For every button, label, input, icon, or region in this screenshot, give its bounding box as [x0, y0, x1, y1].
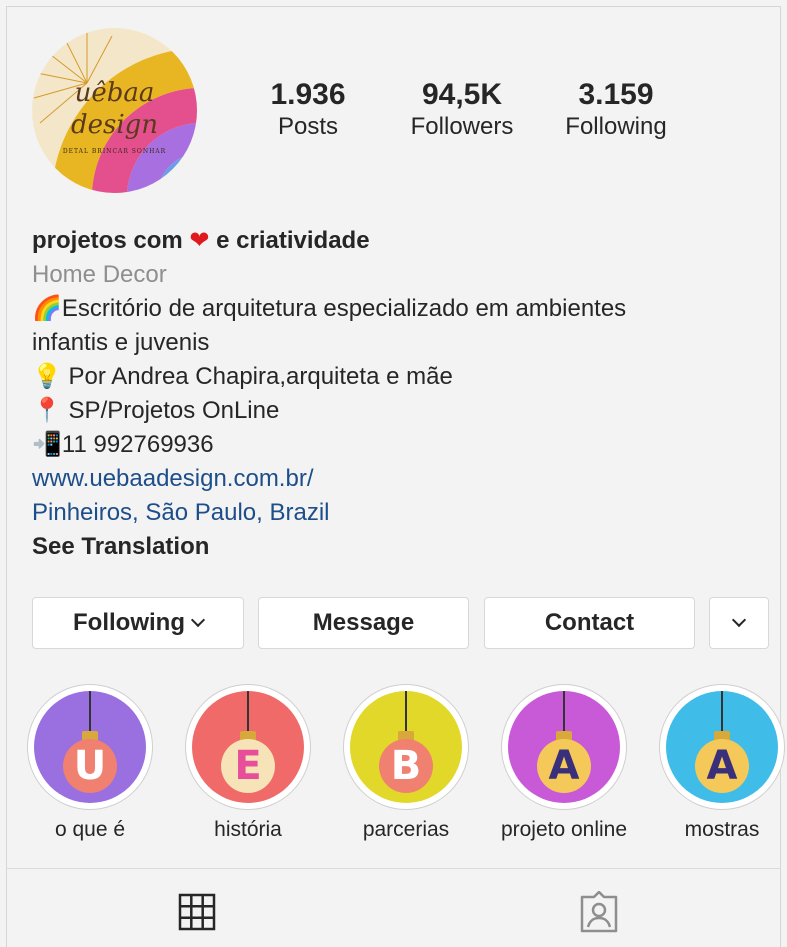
heart-icon: ❤ — [189, 227, 210, 254]
logo-text: uêbaa — [74, 78, 155, 108]
story-highlight[interactable]: A projeto online — [494, 684, 634, 842]
bio-line: 📍 SP/Projetos OnLine — [32, 397, 280, 424]
highlight-label: história — [214, 818, 282, 841]
grid-icon[interactable] — [178, 893, 216, 931]
bulb-icon: B — [379, 739, 433, 793]
bulb-icon: A — [537, 739, 591, 793]
contact-button[interactable]: Contact — [484, 597, 695, 649]
see-translation-link[interactable]: See Translation — [32, 530, 762, 564]
website-link[interactable]: www.uebaadesign.com.br/ — [32, 462, 762, 496]
highlight-cover: B — [350, 691, 462, 803]
highlight-ring: E — [185, 684, 311, 810]
suggested-accounts-button[interactable] — [709, 597, 769, 649]
message-button-label: Message — [312, 609, 415, 636]
chevron-down-icon — [731, 612, 747, 628]
posts-stat[interactable]: 1.936 Posts — [262, 78, 354, 142]
highlight-cover: A — [666, 691, 778, 803]
highlight-label: projeto online — [500, 818, 628, 841]
bulb-wire — [405, 691, 407, 733]
story-highlight[interactable]: U o que é — [20, 684, 160, 842]
story-highlight[interactable]: E história — [178, 684, 318, 842]
bulb-icon: A — [695, 739, 749, 793]
contact-button-label: Contact — [544, 609, 635, 636]
following-label: Following — [565, 113, 667, 140]
followers-label: Followers — [410, 113, 514, 140]
bulb-wire — [247, 691, 249, 733]
highlight-label: o que é — [54, 818, 126, 841]
message-button[interactable]: Message — [258, 597, 469, 649]
highlight-label: parcerias — [362, 818, 450, 841]
story-highlight[interactable]: A mostras — [652, 684, 787, 842]
highlight-cover: A — [508, 691, 620, 803]
highlight-ring: B — [343, 684, 469, 810]
location-link[interactable]: Pinheiros, São Paulo, Brazil — [32, 496, 762, 530]
following-stat[interactable]: 3.159 Following — [556, 78, 676, 142]
highlight-ring: A — [659, 684, 785, 810]
tabs-divider — [6, 868, 781, 869]
chevron-down-icon — [190, 612, 206, 628]
logo-tagline: DETAL BRINCAR SONHAR — [62, 148, 167, 155]
highlight-cover: U — [34, 691, 146, 803]
story-highlight[interactable]: B parcerias — [336, 684, 476, 842]
highlight-ring: U — [27, 684, 153, 810]
bio-line: 📲11 992769936 — [32, 431, 214, 458]
profile-name-suffix: e criatividade — [216, 227, 370, 254]
profile-category: Home Decor — [32, 261, 167, 288]
followers-count: 94,5K — [421, 78, 503, 111]
bulb-icon: U — [63, 739, 117, 793]
bio-line: 💡 Por Andrea Chapira,arquiteta e mãe — [32, 363, 453, 390]
bulb-wire — [563, 691, 565, 733]
bulb-wire — [89, 691, 91, 733]
highlight-label: mostras — [684, 818, 760, 841]
bulb-wire — [721, 691, 723, 733]
profile-avatar[interactable]: uêbaa design DETAL BRINCAR SONHAR — [32, 28, 197, 193]
profile-name-prefix: projetos com — [32, 227, 183, 254]
tagged-icon[interactable] — [578, 891, 620, 933]
bulb-icon: E — [221, 739, 275, 793]
bio-line: infantis e juvenis — [32, 329, 210, 356]
highlight-ring: A — [501, 684, 627, 810]
followers-stat[interactable]: 94,5K Followers — [402, 78, 522, 142]
following-button-label: Following — [73, 609, 185, 636]
bio-line: 🌈Escritório de arquitetura especializado… — [32, 295, 627, 322]
following-count: 3.159 — [578, 78, 654, 111]
profile-name: projetos com ❤ e criatividade — [32, 224, 762, 258]
posts-count: 1.936 — [270, 78, 346, 111]
logo-text: design — [70, 110, 159, 140]
highlight-cover: E — [192, 691, 304, 803]
posts-label: Posts — [277, 113, 339, 140]
profile-bio: projetos com ❤ e criatividade Home Decor… — [32, 224, 762, 564]
following-button[interactable]: Following — [32, 597, 244, 649]
